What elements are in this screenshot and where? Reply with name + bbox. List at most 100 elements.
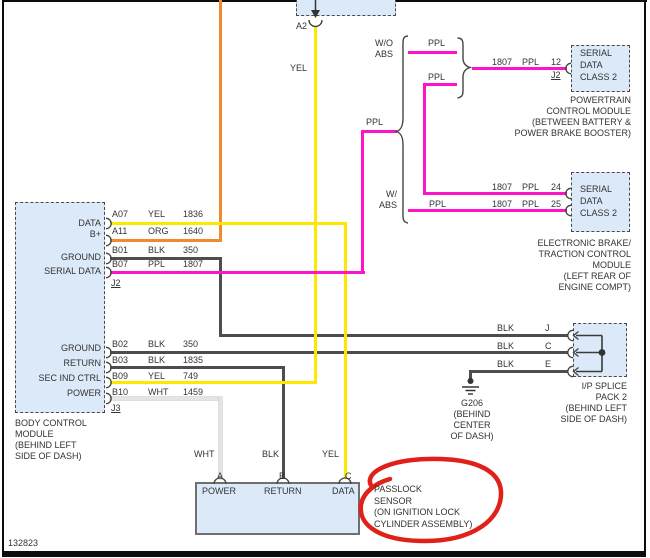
wire-yel-749-h: [110, 381, 317, 384]
wire-wht-1459-v: [219, 397, 222, 479]
wire-code: B03: [112, 355, 129, 365]
wire-yel-a2-v: [314, 26, 317, 384]
passlock-title: PASSLOCK SENSOR (ON IGNITION LOCK CYLINDER…: [374, 484, 473, 529]
wire-blk-ground-stub: [469, 370, 472, 379]
wire-color: YEL: [148, 371, 166, 381]
figure-number: 132823: [8, 538, 39, 548]
passlock-wire-color-c: YEL: [322, 449, 340, 459]
top-wire-color-label: YEL: [290, 63, 308, 73]
wire-circuit: 1640: [183, 226, 204, 236]
frame-left: [2, 0, 4, 557]
ebtcm-wire24-circuit: 1807: [492, 182, 513, 192]
top-module-box: [296, 0, 396, 16]
wire-ppl-pin25: [408, 209, 567, 212]
stub2-color-label: PPL: [428, 72, 446, 82]
wire-wht-1459-h: [110, 397, 222, 400]
splice-title: I/P SPLICE PACK 2 (BEHIND LEFT SIDE OF DAS…: [560, 381, 627, 424]
top-connector-pin: A2: [296, 21, 308, 31]
wo-abs-brace: [457, 37, 473, 99]
bcm-pin-arcs: [105, 217, 112, 405]
passlock-wire-color-a: WHT: [194, 449, 215, 459]
pcm-wire-color: PPL: [522, 57, 540, 67]
wire-blk-ground-e: [469, 370, 568, 373]
bcm-pin-name-return: RETURN: [63, 358, 102, 368]
splice-row-pin: C: [545, 341, 552, 351]
wire-code: B09: [112, 371, 129, 381]
passlock-pin-name-data: DATA: [332, 486, 355, 496]
bcm-pin-name-secindctrl: SEC IND CTRL: [38, 373, 101, 383]
bcm-pin-name-ground1: GROUND: [61, 252, 101, 262]
wire-color: BLK: [148, 245, 166, 255]
splice-pack-box: [573, 323, 627, 377]
bcm-connector-j2: J2: [111, 278, 121, 288]
wire-color: WHT: [148, 387, 169, 397]
passlock-pin-name-power: POWER: [202, 486, 237, 496]
wire-ppl-1807-h: [110, 271, 365, 274]
wire-blk-1835-b03-h: [110, 366, 285, 369]
ebtcm-title: ELECTRONIC BRAKE/TRACTION CONTROL MODULE…: [537, 238, 631, 292]
wire-color: ORG: [148, 226, 169, 236]
ebtcm-wire25-color: PPL: [522, 199, 540, 209]
wire-color: YEL: [148, 209, 166, 219]
wire-code: B01: [112, 245, 129, 255]
ebtcm-wire24-pin: 24: [551, 182, 562, 192]
wire-ppl-stub2-v: [423, 83, 426, 195]
wire-color: BLK: [148, 339, 166, 349]
wire-circuit: 1807: [183, 259, 204, 269]
wire-circuit: 1836: [183, 209, 204, 219]
bcm-pin-name-data: DATA: [78, 218, 101, 228]
pcm-title: POWERTRAIN CONTROL MODULE (BETWEEN BATTER…: [514, 95, 631, 138]
passlock-pin-a: A: [217, 471, 224, 481]
wire-circuit: 350: [183, 339, 199, 349]
w-abs-label: W/ABS: [378, 189, 397, 210]
wire-ppl-stub2: [423, 83, 457, 86]
wo-abs-label: W/O ABS: [374, 38, 393, 59]
wire-blk-to-splice-j: [219, 334, 568, 337]
frame-bottom-bar: [2, 551, 646, 557]
wire-circuit: 749: [183, 371, 199, 381]
wire-circuit: 1835: [183, 355, 204, 365]
ebtcm-box-text: SERIAL DATA CLASS 2: [580, 184, 618, 218]
ebtcm-wire25-color-label: PPL: [429, 199, 447, 209]
wiring-diagram: A2 YEL DATA B+ GROUND SERIAL DATA A07 YE…: [0, 0, 650, 558]
wire-org-1640-h: [110, 239, 222, 242]
pcm-wire-pin: 12: [551, 57, 562, 67]
ground-title: G206 (BEHIND CENTER OF DASH): [450, 398, 494, 441]
frame-right: [644, 0, 646, 557]
passlock-pin-c: C: [345, 471, 352, 481]
wire-code: B10: [112, 387, 129, 397]
wire-color: BLK: [148, 355, 166, 365]
bcm-pin-name-ground2: GROUND: [61, 343, 101, 353]
splice-row-color: BLK: [497, 323, 515, 333]
splice-row-color: BLK: [497, 359, 515, 369]
splice-row-pin: E: [545, 359, 552, 369]
wire-code: B02: [112, 339, 129, 349]
pcm-wire-circuit: 1807: [492, 57, 513, 67]
passlock-wire-color-b: BLK: [262, 449, 280, 459]
pcm-connector-j2: J2: [551, 70, 561, 80]
wire-color: PPL: [148, 259, 166, 269]
splice-row-color: BLK: [497, 341, 515, 351]
wire-ppl-pin24: [423, 192, 567, 195]
bcm-pin-name-power: POWER: [66, 388, 101, 398]
wire-yel-1836-h: [110, 222, 347, 225]
wire-code: B07: [112, 259, 129, 269]
passlock-pin-name-return: RETURN: [264, 486, 302, 496]
ebtcm-wire24-color: PPL: [522, 182, 540, 192]
options-brace: [394, 35, 409, 224]
bcm-connector-j3: J3: [111, 403, 121, 413]
ground-symbol-g206: [462, 378, 479, 395]
bcm-title: BODY CONTROL MODULE (BEHIND LEFT SIDE OF D…: [15, 418, 87, 461]
bcm-pin-name-bplus: B+: [89, 229, 101, 239]
wire-yel-1836-v: [344, 222, 347, 479]
wire-ppl-1807-v: [361, 130, 364, 274]
ebtcm-wire25-pin: 25: [551, 199, 562, 209]
pcm-box-text: SERIAL DATA CLASS 2: [580, 48, 618, 82]
wire-ppl-to-brace: [361, 130, 397, 133]
wire-code: A11: [112, 226, 128, 236]
serial-wire-color-label: PPL: [366, 117, 384, 127]
wire-org-1640-v: [219, 0, 222, 242]
splice-row-pin: J: [545, 323, 550, 333]
wire-code: A07: [112, 209, 129, 219]
wire-blk-350-b01-v: [219, 257, 222, 337]
